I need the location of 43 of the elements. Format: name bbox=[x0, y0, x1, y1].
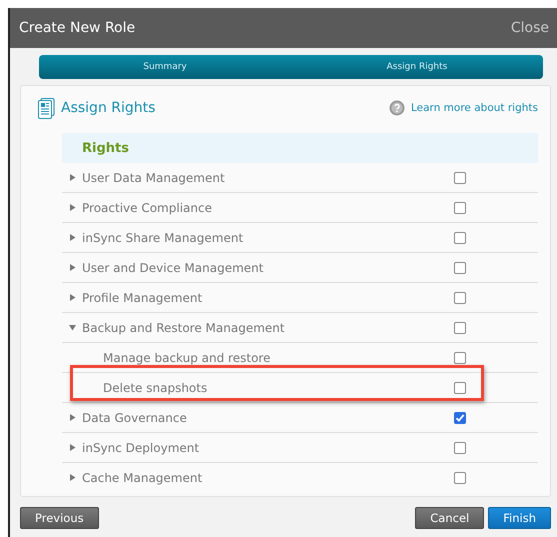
cancel-button[interactable]: Cancel bbox=[415, 507, 484, 529]
checkbox[interactable] bbox=[454, 322, 466, 334]
right-label: inSync Share Management bbox=[82, 230, 244, 244]
checkbox[interactable] bbox=[454, 262, 466, 274]
right-label: Cache Management bbox=[82, 470, 202, 484]
right-label: Backup and Restore Management bbox=[82, 320, 285, 334]
checkbox[interactable] bbox=[454, 472, 466, 484]
close-button[interactable]: Close bbox=[510, 20, 549, 36]
previous-button[interactable]: Previous bbox=[20, 507, 99, 529]
finish-button[interactable]: Finish bbox=[488, 507, 551, 529]
expand-arrow-icon[interactable] bbox=[69, 264, 76, 271]
checkbox[interactable] bbox=[454, 232, 466, 244]
help-icon[interactable] bbox=[389, 100, 405, 116]
checkbox[interactable] bbox=[454, 292, 466, 304]
expand-arrow-icon[interactable] bbox=[69, 444, 76, 451]
right-label: inSync Deployment bbox=[82, 440, 200, 454]
expand-arrow-icon[interactable] bbox=[69, 174, 76, 181]
checkbox[interactable] bbox=[454, 412, 466, 424]
expand-arrow-icon[interactable] bbox=[69, 414, 76, 421]
right-label: Profile Management bbox=[82, 290, 202, 304]
expand-arrow-icon[interactable] bbox=[69, 324, 76, 331]
step-label[interactable]: Summary bbox=[39, 62, 291, 72]
rights-heading: Rights bbox=[82, 140, 129, 156]
checkbox[interactable] bbox=[454, 352, 466, 364]
checkbox[interactable] bbox=[454, 382, 466, 394]
document-icon bbox=[38, 98, 55, 118]
right-label: Data Governance bbox=[82, 410, 187, 424]
right-label: Proactive Compliance bbox=[82, 200, 212, 214]
right-label: User and Device Management bbox=[82, 260, 264, 274]
panel-title: Assign Rights bbox=[61, 100, 156, 116]
right-label: User Data Management bbox=[82, 170, 225, 184]
right-label: Manage backup and restore bbox=[103, 350, 270, 364]
expand-arrow-icon[interactable] bbox=[69, 474, 76, 481]
expand-arrow-icon[interactable] bbox=[69, 294, 76, 301]
window-title: Create New Role bbox=[19, 20, 136, 36]
checkbox[interactable] bbox=[454, 202, 466, 214]
step-label[interactable]: Assign Rights bbox=[291, 62, 543, 72]
expand-arrow-icon[interactable] bbox=[69, 234, 76, 241]
checkbox[interactable] bbox=[454, 442, 466, 454]
right-label: Delete snapshots bbox=[103, 380, 208, 394]
help-link[interactable]: Learn more about rights bbox=[411, 102, 538, 114]
checkbox[interactable] bbox=[454, 172, 466, 184]
expand-arrow-icon[interactable] bbox=[69, 204, 76, 211]
